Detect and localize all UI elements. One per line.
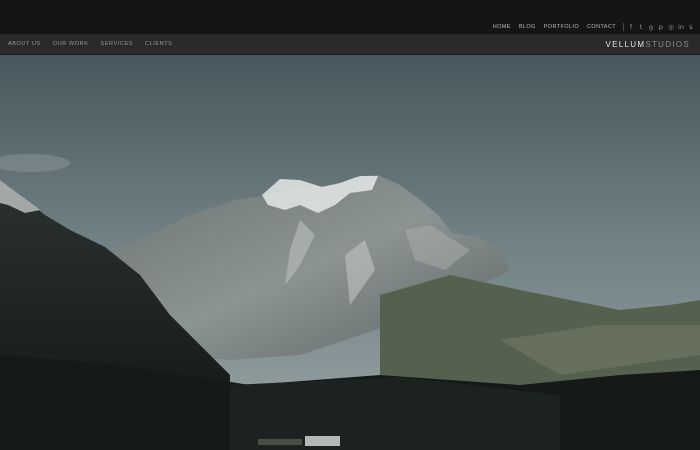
- mountain-landscape: [0, 55, 700, 450]
- linkedin-icon[interactable]: in: [678, 23, 684, 31]
- dribbble-icon[interactable]: ◎: [668, 23, 674, 31]
- pinterest-icon[interactable]: p: [658, 23, 664, 31]
- nav-about-us[interactable]: ABOUT US: [8, 41, 41, 47]
- top-link-portfolio[interactable]: PORTFOLIO: [544, 24, 579, 30]
- main-navbar: ABOUT US OUR WORK SERVICES CLIENTS VELLU…: [0, 34, 700, 55]
- twitter-icon[interactable]: t: [638, 23, 644, 31]
- nav-our-work[interactable]: OUR WORK: [53, 41, 89, 47]
- google-plus-icon[interactable]: g: [648, 23, 654, 31]
- facebook-icon[interactable]: f: [628, 23, 634, 31]
- divider: [623, 23, 624, 31]
- site-logo[interactable]: VELLUMSTUDIOS: [606, 40, 690, 49]
- hero-image: [0, 55, 700, 450]
- top-links: HOME BLOG PORTFOLIO CONTACT: [493, 24, 616, 30]
- top-link-contact[interactable]: CONTACT: [587, 24, 616, 30]
- field: [258, 439, 302, 445]
- top-bar: HOME BLOG PORTFOLIO CONTACT f t g p ◎ in…: [0, 0, 700, 34]
- top-link-home[interactable]: HOME: [493, 24, 511, 30]
- nav-services[interactable]: SERVICES: [101, 41, 134, 47]
- nav-clients[interactable]: CLIENTS: [145, 41, 172, 47]
- social-icons: f t g p ◎ in s: [628, 23, 694, 31]
- house: [305, 436, 340, 446]
- main-nav: ABOUT US OUR WORK SERVICES CLIENTS: [8, 41, 172, 47]
- top-link-blog[interactable]: BLOG: [519, 24, 536, 30]
- logo-bold: VELLUM: [605, 40, 646, 49]
- logo-thin: STUDIOS: [645, 40, 690, 49]
- skype-icon[interactable]: s: [688, 23, 694, 31]
